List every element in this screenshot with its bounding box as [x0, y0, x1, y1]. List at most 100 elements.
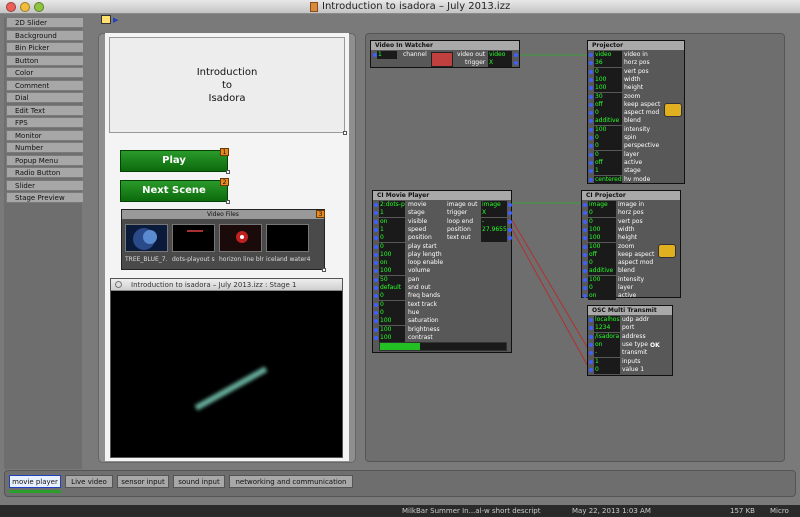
output-value[interactable]: -: [481, 217, 507, 226]
tab-networking-and-communication[interactable]: networking and communication: [229, 475, 353, 488]
input-port[interactable]: [583, 294, 587, 299]
input-value[interactable]: off: [594, 158, 622, 167]
resize-handle[interactable]: [343, 131, 347, 135]
input-value[interactable]: 0: [594, 150, 622, 159]
control-item-comment[interactable]: Comment: [6, 79, 84, 91]
input-port[interactable]: [374, 302, 378, 307]
input-port[interactable]: [374, 261, 378, 266]
output-value[interactable]: [481, 234, 507, 243]
input-value[interactable]: 30: [594, 92, 622, 101]
output-port[interactable]: [508, 219, 512, 224]
control-item-stage-preview[interactable]: Stage Preview: [6, 192, 84, 203]
input-value[interactable]: 0: [588, 284, 616, 292]
input-value[interactable]: 0: [588, 209, 616, 218]
output-port[interactable]: [508, 236, 512, 241]
input-port[interactable]: [589, 77, 593, 82]
input-port[interactable]: [374, 244, 378, 249]
input-port[interactable]: [589, 367, 593, 372]
input-value[interactable]: 1: [594, 167, 622, 176]
input-port[interactable]: [374, 319, 378, 324]
input-port[interactable]: [583, 219, 587, 224]
output-port[interactable]: [508, 227, 512, 232]
input-port[interactable]: [589, 326, 593, 331]
control-item-slider[interactable]: Slider: [6, 179, 84, 191]
projector-actor[interactable]: Projector video video in 36 horz pos 0 vert p…: [587, 40, 685, 184]
input-port[interactable]: [589, 177, 593, 182]
input-value[interactable]: 0: [594, 134, 622, 142]
input-port[interactable]: [589, 160, 593, 165]
input-port[interactable]: [589, 169, 593, 174]
input-port[interactable]: [589, 119, 593, 124]
trigger-value[interactable]: X: [488, 59, 512, 67]
minimize-window-button[interactable]: [20, 2, 30, 12]
next-scene-button[interactable]: Next Scene: [120, 180, 228, 202]
input-port[interactable]: [583, 244, 587, 249]
input-value[interactable]: 1: [379, 209, 405, 218]
control-item-color[interactable]: Color: [6, 67, 84, 78]
input-port[interactable]: [589, 53, 593, 57]
control-item-bin-picker[interactable]: Bin Picker: [6, 42, 84, 53]
input-port[interactable]: [583, 203, 587, 207]
input-port[interactable]: [583, 286, 587, 290]
output-value[interactable]: image: [481, 201, 507, 209]
input-value[interactable]: 0: [379, 308, 405, 317]
input-port[interactable]: [589, 136, 593, 140]
input-value[interactable]: additive: [594, 117, 622, 126]
input-value[interactable]: /isadora: [594, 332, 620, 341]
input-value[interactable]: image: [588, 201, 616, 209]
input-port[interactable]: [374, 252, 378, 257]
input-port[interactable]: [374, 219, 378, 224]
video-files-bin-picker[interactable]: Video Files TREE_BLUE_7. dots-playout s …: [121, 209, 325, 270]
input-port[interactable]: [374, 211, 378, 216]
input-value[interactable]: 100: [588, 275, 616, 284]
input-port[interactable]: [589, 127, 593, 132]
control-item-monitor[interactable]: Monitor: [6, 129, 84, 141]
input-value[interactable]: 100: [588, 225, 616, 234]
input-port[interactable]: [374, 310, 378, 315]
input-value[interactable]: 100: [594, 125, 622, 134]
input-value[interactable]: 1234: [594, 324, 620, 333]
video-thumbnail[interactable]: [172, 224, 215, 252]
channel-value[interactable]: 1: [377, 51, 397, 59]
input-value[interactable]: 0: [588, 259, 616, 268]
input-port[interactable]: [374, 327, 378, 332]
input-port[interactable]: [589, 102, 593, 107]
output-value[interactable]: X: [481, 209, 507, 218]
control-item-background[interactable]: Background: [6, 29, 84, 41]
control-item-fps[interactable]: FPS: [6, 117, 84, 128]
stage-title-bar[interactable]: Introduction to isadora – July 2013.izz …: [111, 279, 342, 291]
output-port[interactable]: [514, 61, 518, 65]
zoom-window-button[interactable]: [34, 2, 44, 12]
input-port[interactable]: [583, 269, 587, 274]
input-value[interactable]: default: [379, 284, 405, 292]
input-value[interactable]: on: [588, 292, 616, 301]
input-value[interactable]: 36: [594, 59, 622, 68]
video-thumbnail[interactable]: [219, 224, 262, 252]
input-value[interactable]: 100: [594, 84, 622, 93]
input-value[interactable]: localhost: [594, 316, 620, 324]
input-port[interactable]: [374, 286, 378, 290]
input-port[interactable]: [583, 227, 587, 232]
input-value[interactable]: 100: [379, 250, 405, 259]
tab-sensor-input[interactable]: sensor input: [117, 475, 169, 488]
output-port[interactable]: [508, 203, 512, 207]
input-value[interactable]: 1: [379, 225, 405, 234]
input-port[interactable]: [583, 252, 587, 257]
control-item-button[interactable]: Button: [6, 54, 84, 66]
tab-live-video[interactable]: Live video: [65, 475, 113, 488]
input-port[interactable]: [374, 277, 378, 282]
intro-comment[interactable]: Introduction to Isadora: [109, 37, 345, 133]
input-value[interactable]: 2:dots-p: [379, 201, 405, 209]
input-port[interactable]: [374, 335, 378, 340]
control-item-2d-slider[interactable]: 2D Slider: [6, 17, 84, 28]
stage-window[interactable]: Introduction to isadora – July 2013.izz …: [110, 278, 343, 458]
input-value[interactable]: 100: [588, 234, 616, 243]
input-port[interactable]: [589, 144, 593, 149]
output-port[interactable]: [508, 211, 512, 216]
osc-multi-transmit-actor[interactable]: OSC Multi Transmit OK localhost udp addr 1…: [587, 305, 673, 376]
control-panel-arrow-icon[interactable]: ▶: [113, 16, 118, 24]
resize-handle[interactable]: [226, 200, 230, 204]
control-item-dial[interactable]: Dial: [6, 92, 84, 103]
input-value[interactable]: 0: [594, 142, 622, 151]
video-in-watcher-actor[interactable]: Video In Watcher 1 channel video out vid…: [370, 40, 520, 68]
